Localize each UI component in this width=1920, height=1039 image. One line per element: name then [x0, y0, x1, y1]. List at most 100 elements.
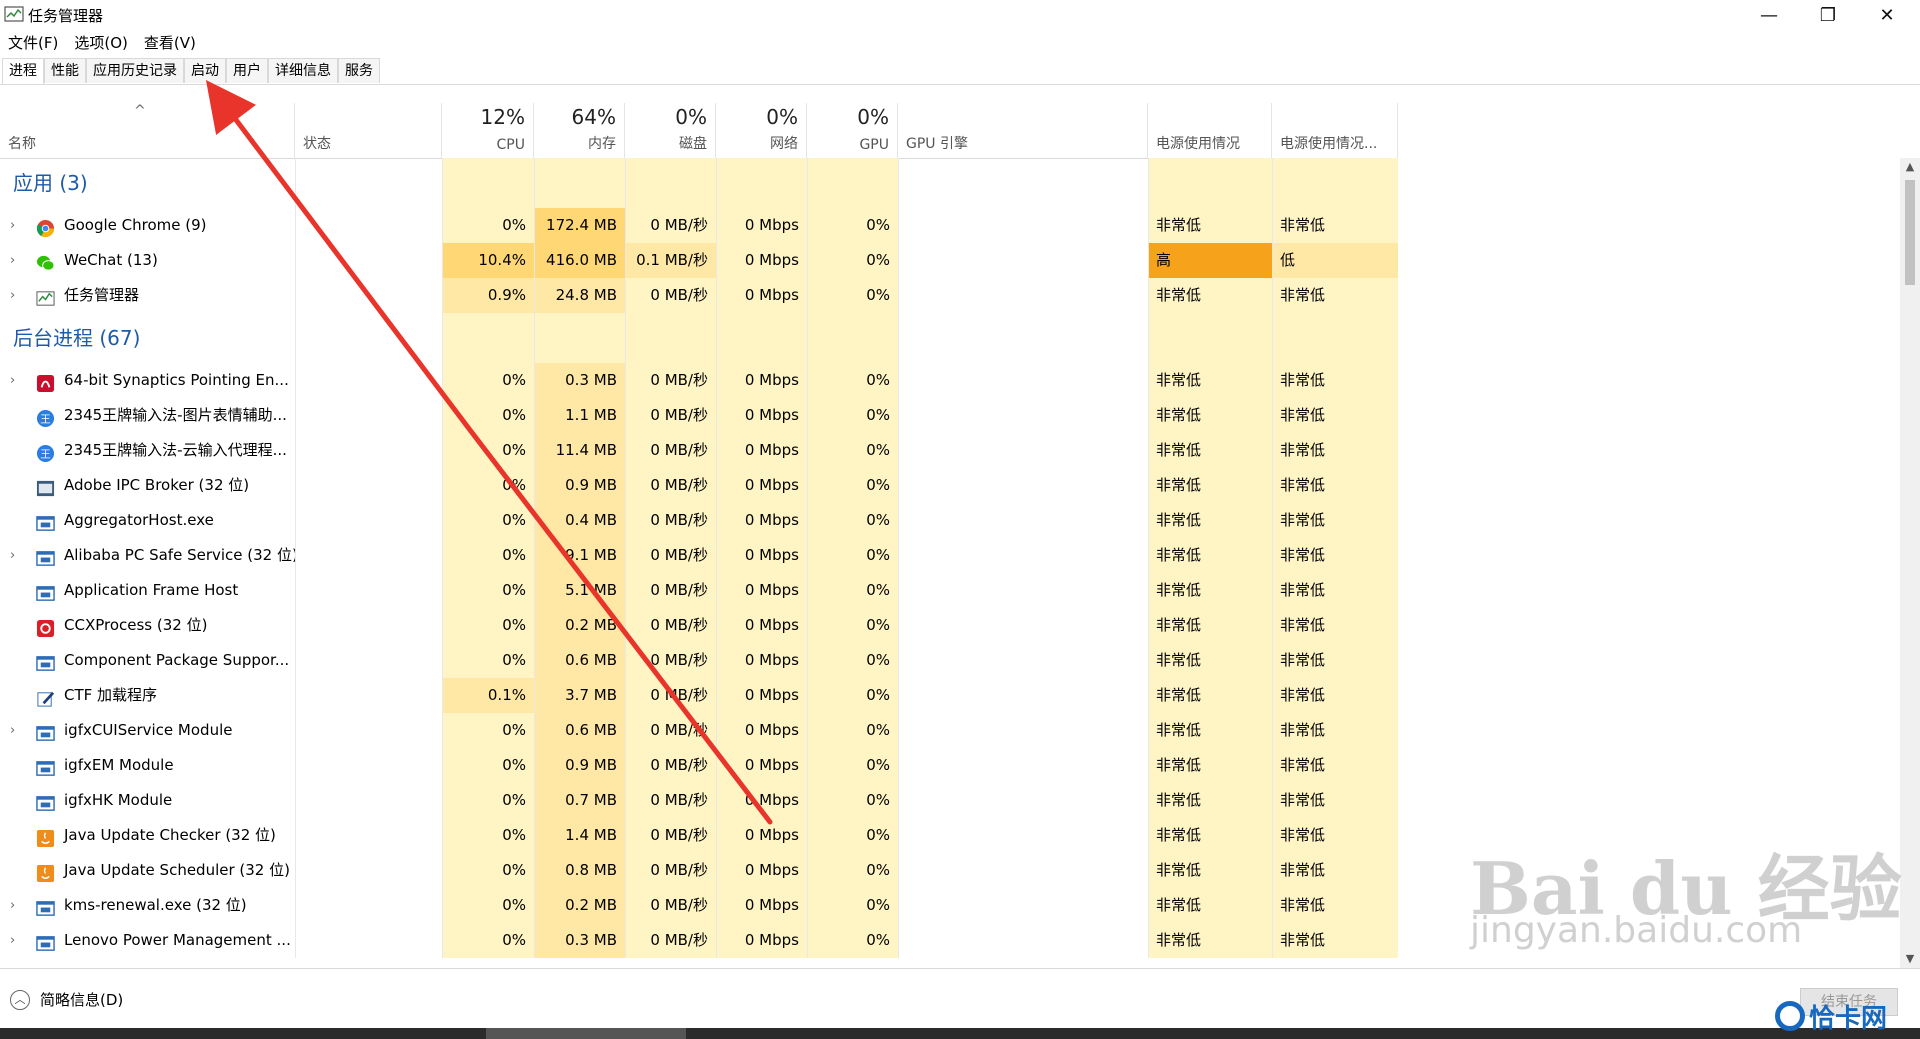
tab-app-history[interactable]: 应用历史记录	[86, 58, 184, 83]
memory-cell: 0.4 MB	[534, 503, 625, 538]
fewer-details-link[interactable]: 简略信息(D)	[40, 989, 123, 1010]
header-gpu-engine[interactable]: GPU 引擎	[898, 103, 1148, 158]
cpu-cell: 0%	[442, 748, 534, 783]
expand-chevron-icon[interactable]: ›	[10, 243, 22, 278]
header-memory[interactable]: 64% 内存	[534, 103, 625, 158]
expand-chevron-icon[interactable]: ›	[10, 278, 22, 313]
power-usage-cell: 非常低	[1148, 573, 1272, 608]
disk-cell: 0 MB/秒	[625, 643, 716, 678]
process-row[interactable]: › Google Chrome (9) 0% 172.4 MB 0 MB/秒 0 Mbps…	[0, 208, 1398, 243]
header-name[interactable]: ^ 名称	[0, 103, 295, 158]
column-divider	[295, 243, 296, 278]
process-row[interactable]: › kms-renewal.exe (32 位) 0% 0.2 MB 0 MB/秒 0 M…	[0, 888, 1398, 923]
menu-file[interactable]: 文件(F)	[0, 30, 66, 54]
header-power-trend[interactable]: 电源使用情况...	[1272, 103, 1398, 158]
expand-chevron-icon[interactable]: ›	[10, 363, 22, 398]
expand-chevron-icon[interactable]: ›	[10, 208, 22, 243]
process-row[interactable]: › 任务管理器 0.9% 24.8 MB 0 MB/秒 0 Mbps 0% 非常低 非常低	[0, 278, 1398, 313]
tab-startup[interactable]: 启动	[184, 58, 226, 83]
header-gpu[interactable]: 0% GPU	[807, 103, 898, 158]
power-usage-cell: 高	[1148, 243, 1272, 278]
column-divider	[442, 208, 443, 243]
column-divider	[625, 538, 626, 573]
network-cell: 0 Mbps	[716, 433, 807, 468]
scroll-thumb[interactable]	[1905, 180, 1915, 285]
column-divider	[1148, 363, 1149, 398]
gpu-cell: 0%	[807, 923, 898, 958]
process-row[interactable]: CTF 加载程序 0.1% 3.7 MB 0 MB/秒 0 Mbps 0% 非常低 非常低	[0, 678, 1398, 713]
process-row[interactable]: Java Update Scheduler (32 位) 0% 0.8 MB 0 MB…	[0, 853, 1398, 888]
gpu-cell: 0%	[807, 678, 898, 713]
tab-processes[interactable]: 进程	[2, 58, 44, 84]
power-trend-cell: 非常低	[1272, 818, 1398, 853]
network-cell: 0 Mbps	[716, 573, 807, 608]
column-divider	[1272, 608, 1273, 643]
column-divider	[716, 468, 717, 503]
column-divider	[898, 433, 899, 468]
minimize-button[interactable]: —	[1740, 0, 1798, 30]
header-disk[interactable]: 0% 磁盘	[625, 103, 716, 158]
column-divider	[295, 888, 296, 923]
process-row[interactable]: Adobe IPC Broker (32 位) 0% 0.9 MB 0 MB/秒 0 M…	[0, 468, 1398, 503]
close-button[interactable]: ✕	[1858, 0, 1916, 30]
menu-options[interactable]: 选项(O)	[66, 30, 136, 54]
header-cpu[interactable]: 12% CPU	[442, 103, 534, 158]
column-divider	[534, 433, 535, 468]
scroll-up-icon[interactable]: ▲	[1900, 158, 1920, 176]
column-divider	[807, 748, 808, 783]
sort-ascending-icon: ^	[134, 103, 146, 119]
column-divider	[534, 713, 535, 748]
process-row[interactable]: 王 2345王牌输入法-云输入代理程... 0% 11.4 MB 0 MB/秒 0 Mbp…	[0, 433, 1398, 468]
column-divider	[625, 208, 626, 243]
taskbar-item[interactable]	[486, 1028, 686, 1039]
maximize-button[interactable]: ❐	[1799, 0, 1857, 30]
process-row[interactable]: Java Update Checker (32 位) 0% 1.4 MB 0 MB/秒…	[0, 818, 1398, 853]
process-row[interactable]: CCXProcess (32 位) 0% 0.2 MB 0 MB/秒 0 Mbps 0% 非…	[0, 608, 1398, 643]
process-row[interactable]: 王 2345王牌输入法-图片表情辅助... 0% 1.1 MB 0 MB/秒 0 Mbps…	[0, 398, 1398, 433]
process-row[interactable]: › Lenovo Power Management ... 0% 0.3 MB 0 MB…	[0, 923, 1398, 958]
process-name-cell: AggregatorHost.exe	[0, 503, 295, 538]
column-divider	[807, 643, 808, 678]
process-row[interactable]: › 64-bit Synaptics Pointing En... 0% 0.3 MB…	[0, 363, 1398, 398]
process-row[interactable]: Application Frame Host 0% 5.1 MB 0 MB/秒 0 Mb…	[0, 573, 1398, 608]
process-row[interactable]: › igfxCUIService Module 0% 0.6 MB 0 MB/秒 0 Mb…	[0, 713, 1398, 748]
process-row[interactable]: › Alibaba PC Safe Service (32 位) 0% 9.1 MB 0…	[0, 538, 1398, 573]
expand-chevron-icon[interactable]: ›	[10, 888, 22, 923]
tab-performance[interactable]: 性能	[44, 58, 86, 83]
power-trend-cell: 非常低	[1272, 363, 1398, 398]
tab-details[interactable]: 详细信息	[268, 58, 338, 83]
process-row[interactable]: › WeChat (13) 10.4% 416.0 MB 0.1 MB/秒 0 Mbps 0…	[0, 243, 1398, 278]
svg-text:王: 王	[40, 413, 50, 425]
process-row[interactable]: igfxHK Module 0% 0.7 MB 0 MB/秒 0 Mbps 0% 非常低 非常…	[0, 783, 1398, 818]
chevron-up-icon[interactable]: ︿	[10, 990, 30, 1010]
group-header[interactable]: 后台进程 (67)	[0, 313, 1398, 363]
power-trend-cell: 非常低	[1272, 888, 1398, 923]
column-divider	[807, 398, 808, 433]
header-power-usage[interactable]: 电源使用情况	[1148, 103, 1272, 158]
tab-users[interactable]: 用户	[226, 58, 268, 83]
column-divider	[442, 398, 443, 433]
header-status[interactable]: 状态	[295, 103, 442, 158]
process-name-cell: igfxEM Module	[0, 748, 295, 783]
column-divider	[625, 713, 626, 748]
header-network[interactable]: 0% 网络	[716, 103, 807, 158]
process-row[interactable]: AggregatorHost.exe 0% 0.4 MB 0 MB/秒 0 Mbps 0%…	[0, 503, 1398, 538]
expand-chevron-icon[interactable]: ›	[10, 538, 22, 573]
group-header[interactable]: 应用 (3)	[0, 158, 1398, 208]
network-cell: 0 Mbps	[716, 748, 807, 783]
scroll-down-icon[interactable]: ▼	[1900, 950, 1920, 968]
power-trend-cell: 非常低	[1272, 608, 1398, 643]
expand-chevron-icon[interactable]: ›	[10, 713, 22, 748]
column-divider	[295, 313, 296, 363]
vertical-scrollbar[interactable]: ▲ ▼	[1900, 158, 1920, 968]
site-logo: 恰卡网	[1775, 998, 1887, 1034]
expand-chevron-icon[interactable]: ›	[10, 923, 22, 958]
group-heat-cell	[534, 158, 625, 208]
process-name-cell: Application Frame Host	[0, 573, 295, 608]
process-row[interactable]: Component Package Suppor... 0% 0.6 MB 0 MB/…	[0, 643, 1398, 678]
process-row[interactable]: igfxEM Module 0% 0.9 MB 0 MB/秒 0 Mbps 0% 非常低 非常…	[0, 748, 1398, 783]
tab-services[interactable]: 服务	[338, 58, 380, 83]
memory-cell: 0.3 MB	[534, 923, 625, 958]
menu-view[interactable]: 查看(V)	[136, 30, 204, 54]
cpu-cell: 0%	[442, 818, 534, 853]
